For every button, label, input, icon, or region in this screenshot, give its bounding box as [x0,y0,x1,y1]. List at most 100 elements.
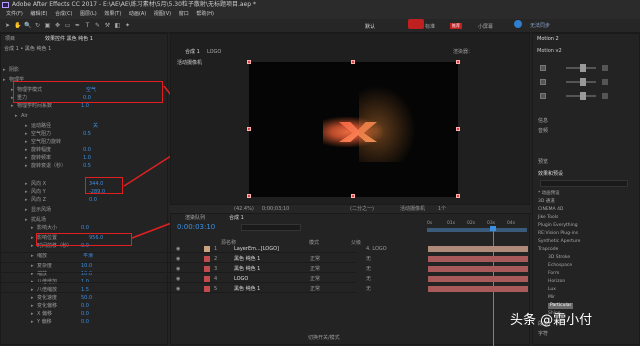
tab-comp1[interactable]: 合成 1 [185,48,200,56]
text-tool-icon[interactable]: T [84,22,91,29]
effect-property-value[interactable]: 关 [93,123,98,130]
effect-property-value[interactable]: 0.0 [81,319,89,326]
twirl-arrow-icon[interactable]: ▸ [3,67,6,74]
twirl-arrow-icon[interactable]: ▸ [15,113,18,120]
layer-row[interactable]: ◉ 2 黑色 纯色 1 正常 无 [0,255,528,263]
twirl-arrow-icon[interactable]: ▸ [11,103,14,110]
toggle-switches-modes[interactable]: 切换开关/模式 [308,334,340,341]
handle-tc[interactable] [351,60,355,64]
pan-behind-tool-icon[interactable]: ✥ [54,22,61,29]
effect-property-row[interactable]: ▸ X 偏移 0.0 [1,311,166,318]
menu-view[interactable]: 视图(V) [154,10,171,19]
layer-label-color[interactable] [204,276,210,282]
effect-property-value[interactable]: 0.0 [83,147,91,154]
twirl-arrow-icon[interactable]: ▸ [31,295,34,302]
workspace-small-screen[interactable]: 小屏幕 [478,23,493,30]
visibility-eye-icon[interactable]: ◉ [176,265,180,273]
twirl-arrow-icon[interactable]: ▸ [31,319,34,326]
menu-layer[interactable]: 图层(L) [80,10,97,19]
handle-ml[interactable] [247,127,251,131]
layer-name[interactable]: 黑色 纯色 1 [234,265,260,273]
effects-list-item[interactable]: * 动画预设 [538,191,560,197]
effects-list-item[interactable]: Horizon [548,279,565,285]
effects-list-item[interactable]: CINEMA 4D [538,207,563,213]
twirl-arrow-icon[interactable]: ▸ [31,235,34,242]
effects-list-item[interactable]: Trapcode [538,247,558,253]
layer-parent[interactable]: 无 [366,265,371,273]
twirl-arrow-icon[interactable]: ▸ [25,123,28,130]
panel-preview[interactable]: 预览 [538,158,548,166]
rotate-tool-icon[interactable]: ↻ [34,22,41,29]
viewer-timecode[interactable]: 0;00;03;10 [262,205,289,213]
handle-bl[interactable] [247,194,251,198]
layer-duration-bar[interactable] [428,276,528,282]
handle-tl[interactable] [247,60,251,64]
effects-search-input[interactable] [540,180,628,187]
motion-control-row[interactable] [540,92,630,100]
layer-row[interactable]: ◉ 4 LOGO 正常 无 [0,275,528,283]
zoom-level[interactable]: (42.4%) [234,205,254,213]
twirl-arrow-icon[interactable]: ▸ [25,139,28,146]
brush-tool-icon[interactable]: ✎ [94,22,101,29]
effects-list-item[interactable]: 3D Stroke [548,255,570,261]
twirl-arrow-icon[interactable]: ▸ [3,77,6,84]
handle-br[interactable] [456,194,460,198]
effects-list-item[interactable]: Jike Tools [538,215,558,221]
pen-tool-icon[interactable]: ✒ [74,22,81,29]
twirl-arrow-icon[interactable]: ▸ [25,131,28,138]
workspace-default[interactable]: 默认 [365,23,375,30]
comp-canvas[interactable] [249,62,458,197]
tab-effect-controls[interactable]: 效果控件 黑色 纯色 1 [45,35,93,43]
time-ruler[interactable]: 0s 01s 02s 03s 04s [427,220,527,228]
effect-property-value[interactable]: 1.0 [81,103,89,110]
stamp-tool-icon[interactable]: ⚒ [104,22,111,29]
layer-label-color[interactable] [204,256,210,262]
mask-tool-icon[interactable]: ▭ [64,22,71,29]
layer-duration-bar[interactable] [428,266,528,272]
twirl-arrow-icon[interactable]: ▸ [25,217,28,224]
effect-property-value[interactable]: 0.5 [83,131,91,138]
layer-mode[interactable]: 正常 [310,275,320,283]
menu-edit[interactable]: 编辑(E) [30,10,47,19]
twirl-arrow-icon[interactable]: ▸ [25,181,28,188]
effects-list-item[interactable]: Form [548,271,559,277]
effects-list-item[interactable]: 3D 通道 [538,199,555,205]
menu-window[interactable]: 窗口 [179,10,189,19]
twirl-arrow-icon[interactable]: ▸ [31,303,34,310]
menu-composition[interactable]: 合成(C) [55,10,72,19]
twirl-arrow-icon[interactable]: ▸ [25,189,28,196]
puppet-tool-icon[interactable]: ✦ [124,22,131,29]
tab-project[interactable]: 项目 [5,35,15,43]
motion-control-row[interactable] [540,64,630,72]
twirl-arrow-icon[interactable]: ▸ [25,155,28,162]
twirl-arrow-icon[interactable]: ▸ [31,225,34,232]
layer-label-color[interactable] [204,266,210,272]
effect-property-row[interactable]: ▸ 变化速度 50.0 [1,295,166,302]
visibility-eye-icon[interactable]: ◉ [176,255,180,263]
layer-mode[interactable]: 正常 [310,285,320,293]
panel-audio[interactable]: 音频 [538,127,548,135]
menu-help[interactable]: 帮助(H) [196,10,214,19]
layer-parent[interactable]: 无 [366,275,371,283]
tab-logo[interactable]: LOGO [207,48,221,56]
effect-property-value[interactable]: 50.0 [81,295,92,302]
layer-parent[interactable]: 无 [366,285,371,293]
visibility-eye-icon[interactable]: ◉ [176,285,180,293]
view-count-select[interactable]: 1个 [438,205,446,213]
hand-tool-icon[interactable]: ✋ [14,22,21,29]
effects-list-item[interactable]: Echospace [548,263,572,269]
work-area-bar[interactable] [427,228,527,232]
tab-motion2[interactable]: Motion 2 [537,35,559,43]
effect-property-value[interactable]: 0.0 [81,225,89,232]
effect-property-row[interactable]: ▸ Y 偏移 0.0 [1,319,166,326]
twirl-arrow-icon[interactable]: ▸ [25,197,28,204]
layer-duration-bar[interactable] [428,256,528,262]
zoom-tool-icon[interactable]: 🔍 [24,22,31,29]
layer-duration-bar[interactable] [428,286,528,292]
workspace-standard[interactable]: 标准 [425,23,435,30]
menu-file[interactable]: 文件(F) [6,10,23,19]
effect-property-value[interactable]: 0.0 [89,197,97,204]
layer-row[interactable]: ◉ 5 黑色 纯色 1 正常 无 [0,285,528,293]
layer-parent[interactable]: 无 [366,255,371,263]
handle-tr[interactable] [456,60,460,64]
